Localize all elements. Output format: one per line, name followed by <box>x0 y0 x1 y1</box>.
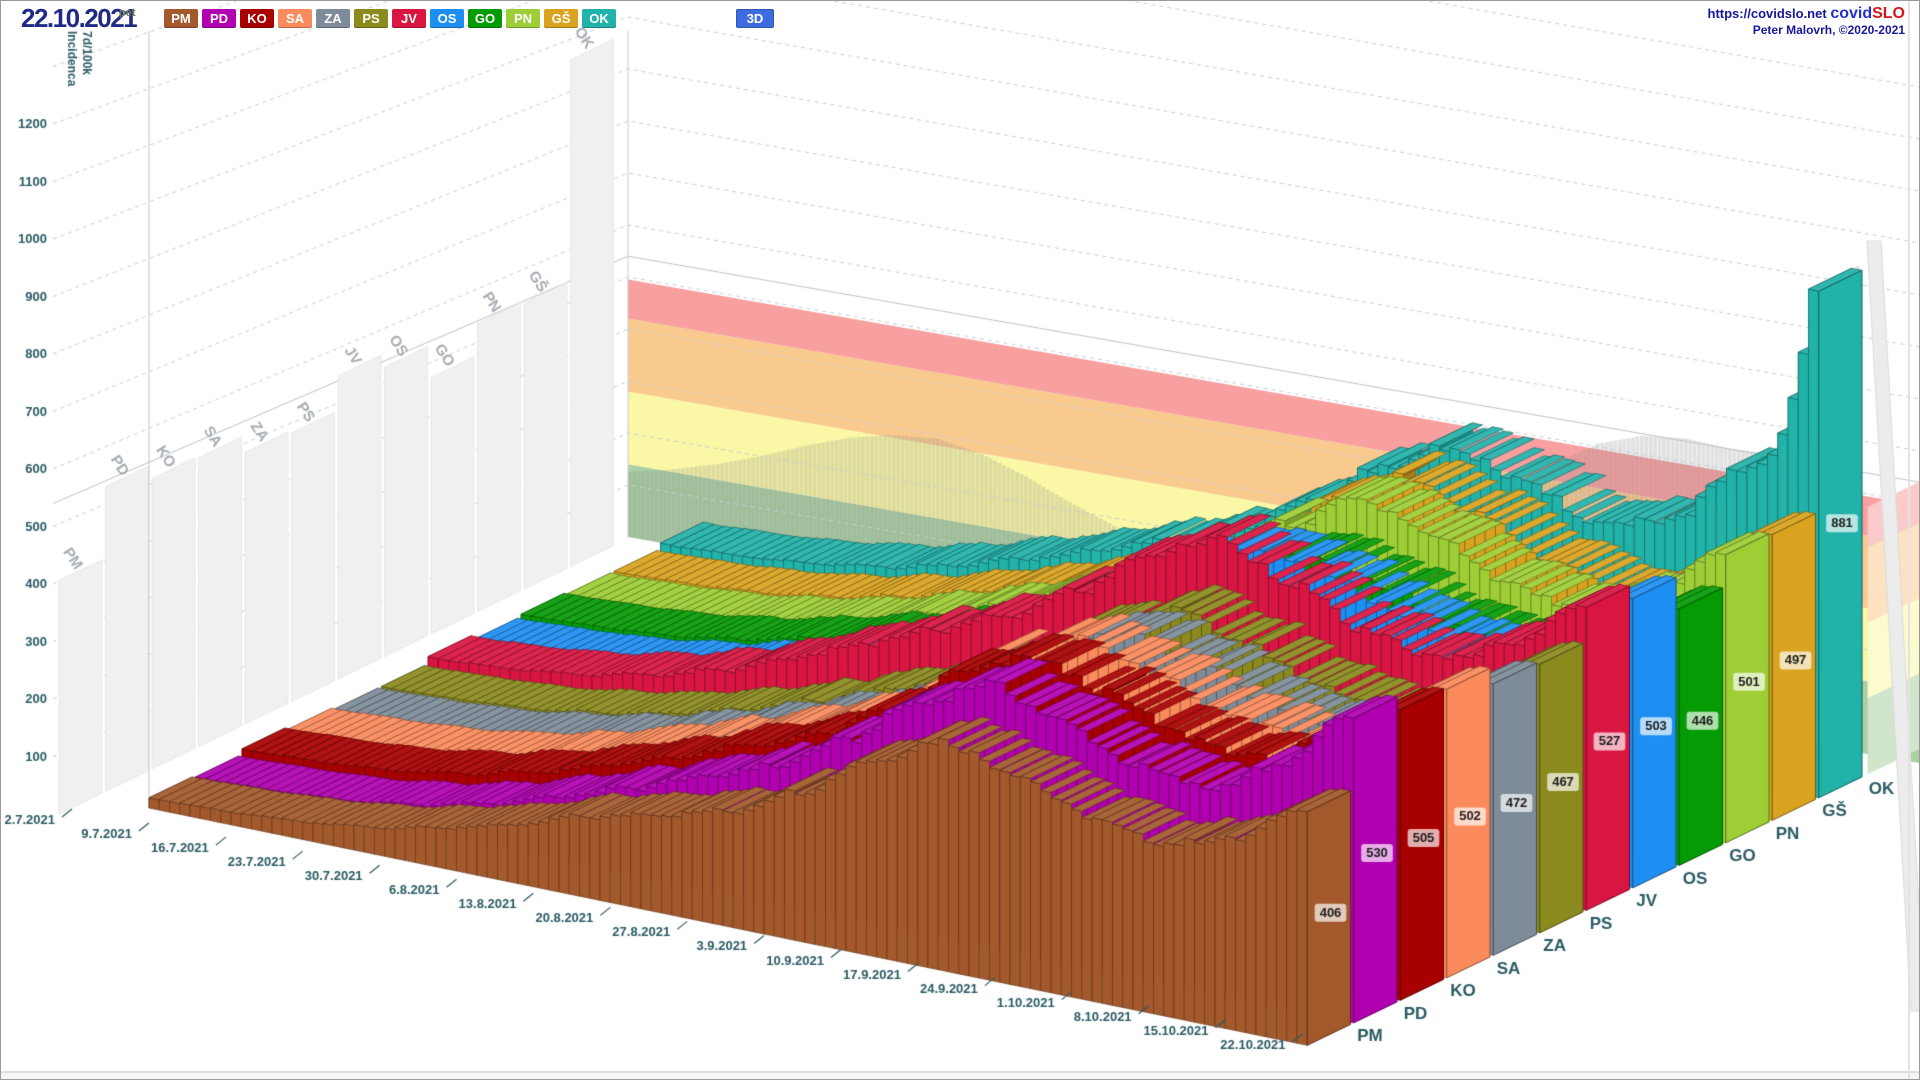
legend-button-SA[interactable]: SA <box>278 9 312 28</box>
legend-button-OS[interactable]: OS <box>430 9 464 28</box>
legend-button-KO[interactable]: KO <box>240 9 274 28</box>
site-logo: covidSLO <box>1830 5 1905 22</box>
legend-button-OK[interactable]: OK <box>582 9 616 28</box>
legend-button-GŠ[interactable]: GŠ <box>544 9 578 28</box>
mode-3d-button[interactable]: 3D <box>736 9 774 28</box>
chart-3d-canvas <box>1 1 1919 1079</box>
legend-button-GO[interactable]: GO <box>468 9 502 28</box>
current-weekday: pet <box>119 7 136 19</box>
legend-button-PN[interactable]: PN <box>506 9 540 28</box>
legend-button-PD[interactable]: PD <box>202 9 236 28</box>
bottom-scroll-strip[interactable] <box>1 1071 1919 1079</box>
right-edge-strip <box>1908 1 1910 1079</box>
site-url-link[interactable]: https://covidslo.net <box>1708 6 1827 21</box>
site-credit-block: https://covidslo.net covidSLO Peter Malo… <box>1708 5 1905 39</box>
legend-button-ZA[interactable]: ZA <box>316 9 350 28</box>
region-legend: PMPDKOSAZAPSJVOSGOPNGŠOK <box>164 9 616 28</box>
author-credit: Peter Malovrh, ©2020-2021 <box>1708 22 1905 39</box>
covidslo-3d-chart-page: 22.10.2021 pet PMPDKOSAZAPSJVOSGOPNGŠOK … <box>0 0 1920 1080</box>
legend-button-PS[interactable]: PS <box>354 9 388 28</box>
legend-button-PM[interactable]: PM <box>164 9 198 28</box>
site-link-line: https://covidslo.net covidSLO <box>1708 5 1905 22</box>
legend-button-JV[interactable]: JV <box>392 9 426 28</box>
